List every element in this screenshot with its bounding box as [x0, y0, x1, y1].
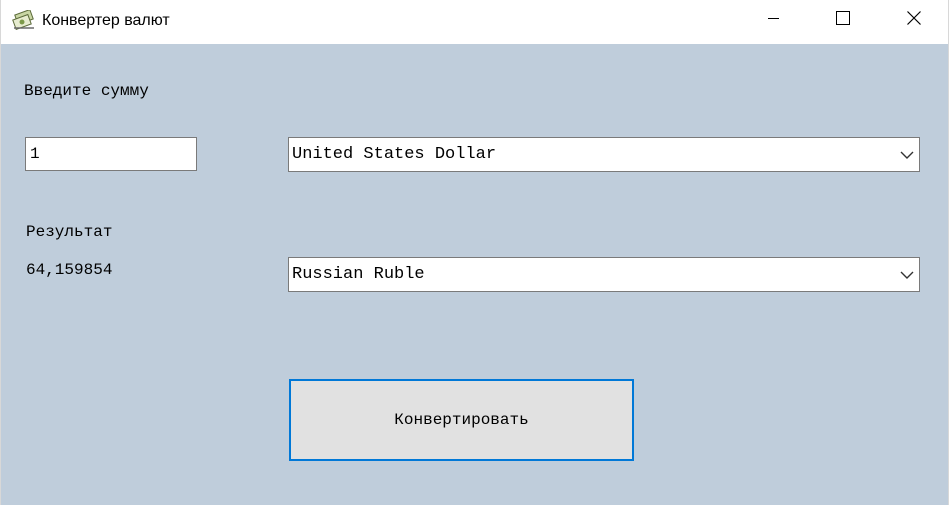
- chevron-down-icon[interactable]: [899, 268, 915, 280]
- to-currency-select[interactable]: Russian Ruble: [288, 257, 920, 292]
- close-button[interactable]: [891, 0, 937, 40]
- window-title: Конвертер валют: [42, 12, 170, 29]
- from-currency-value: United States Dollar: [292, 145, 497, 164]
- title-bar[interactable]: Конвертер валют: [1, 0, 948, 44]
- from-currency-select[interactable]: United States Dollar: [288, 137, 920, 172]
- maximize-button[interactable]: [820, 0, 866, 40]
- amount-label: Введите сумму: [24, 82, 149, 100]
- amount-input[interactable]: [25, 137, 197, 171]
- close-icon: [907, 10, 921, 30]
- result-label: Результат: [26, 223, 113, 241]
- maximize-icon: [836, 10, 850, 30]
- chevron-down-icon[interactable]: [899, 148, 915, 160]
- result-value: 64,159854: [26, 261, 113, 279]
- convert-button[interactable]: Конвертировать: [289, 379, 634, 461]
- app-window: Конвертер валют Введите сумму United Sta…: [0, 0, 949, 505]
- currency-converter-app-icon: [12, 8, 36, 31]
- minimize-icon: [768, 11, 780, 29]
- to-currency-value: Russian Ruble: [292, 265, 425, 284]
- form-client-area: Введите сумму United States Dollar Резул…: [1, 44, 948, 505]
- minimize-button[interactable]: [751, 0, 797, 40]
